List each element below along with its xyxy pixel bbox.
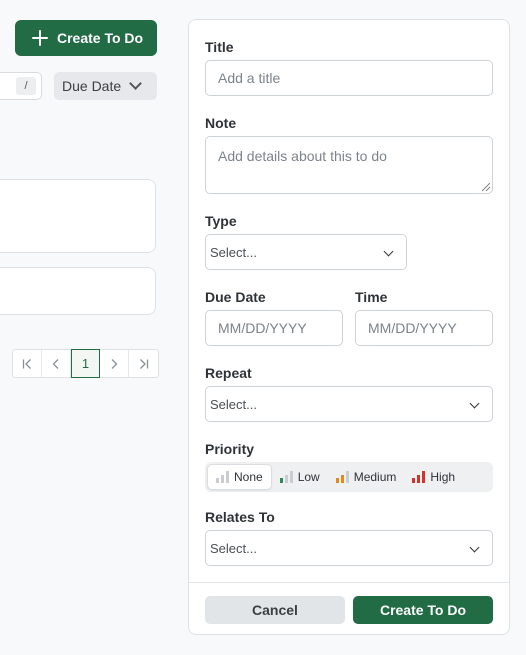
pagination: 1 xyxy=(12,349,159,378)
chevron-down-icon xyxy=(469,398,480,409)
create-todo-label: Create To Do xyxy=(57,30,144,46)
priority-option-medium[interactable]: Medium xyxy=(328,464,405,490)
chevron-down-icon xyxy=(469,542,480,553)
chevron-down-icon xyxy=(383,246,394,257)
type-label: Type xyxy=(205,213,237,229)
relates-to-select[interactable]: Select... xyxy=(205,530,493,566)
search-shortcut-hint: / xyxy=(16,77,36,95)
due-date-input[interactable]: MM/DD/YYYY xyxy=(205,310,343,346)
signal-bars-icon xyxy=(279,471,293,483)
todo-card[interactable] xyxy=(0,267,156,315)
last-page-icon xyxy=(139,358,148,369)
first-page-button[interactable] xyxy=(13,350,42,377)
first-page-icon xyxy=(22,358,31,369)
sort-dropdown[interactable]: Due Date xyxy=(54,72,157,100)
type-select[interactable]: Select... xyxy=(205,234,407,270)
signal-bars-icon xyxy=(335,471,349,483)
priority-segmented-control: None Low Medium High xyxy=(205,462,493,492)
signal-bars-icon xyxy=(412,471,426,483)
priority-option-label: None xyxy=(234,470,263,484)
priority-option-high[interactable]: High xyxy=(404,464,463,490)
repeat-label: Repeat xyxy=(205,365,252,381)
page-number-button[interactable]: 1 xyxy=(71,349,100,378)
last-page-button[interactable] xyxy=(129,350,158,377)
create-todo-panel: Title Add a title Note Add details about… xyxy=(188,19,510,635)
time-input[interactable]: MM/DD/YYYY xyxy=(355,310,493,346)
title-label: Title xyxy=(205,39,234,55)
priority-option-label: Medium xyxy=(353,470,397,484)
time-label: Time xyxy=(355,289,388,305)
todo-card[interactable] xyxy=(0,179,156,253)
chevron-right-icon xyxy=(111,358,118,369)
prev-page-button[interactable] xyxy=(42,350,71,377)
plus-icon xyxy=(31,29,49,47)
chevron-left-icon xyxy=(52,358,59,369)
priority-option-low[interactable]: Low xyxy=(272,464,328,490)
search-input[interactable]: / xyxy=(0,72,42,100)
chevron-down-icon xyxy=(129,77,143,90)
note-placeholder: Add details about this to do xyxy=(218,148,387,164)
due-date-label: Due Date xyxy=(205,289,266,305)
priority-option-none[interactable]: None xyxy=(207,464,272,490)
priority-option-label: Low xyxy=(297,470,320,484)
relates-to-label: Relates To xyxy=(205,509,275,525)
next-page-button[interactable] xyxy=(100,350,129,377)
create-todo-submit-button[interactable]: Create To Do xyxy=(353,596,493,624)
type-select-value: Select... xyxy=(210,244,257,260)
note-label: Note xyxy=(205,115,237,131)
footer-divider xyxy=(189,582,509,583)
repeat-select[interactable]: Select... xyxy=(205,386,493,422)
sort-label: Due Date xyxy=(62,78,122,94)
priority-option-label: High xyxy=(430,470,456,484)
repeat-select-value: Select... xyxy=(210,396,257,412)
title-input[interactable]: Add a title xyxy=(205,60,493,96)
create-todo-button[interactable]: Create To Do xyxy=(15,20,157,56)
signal-bars-icon xyxy=(216,471,229,483)
relates-to-select-value: Select... xyxy=(210,540,257,556)
resize-handle-icon[interactable] xyxy=(482,183,490,191)
cancel-button[interactable]: Cancel xyxy=(205,596,345,624)
priority-label: Priority xyxy=(205,441,255,457)
note-textarea[interactable]: Add details about this to do xyxy=(205,136,493,194)
